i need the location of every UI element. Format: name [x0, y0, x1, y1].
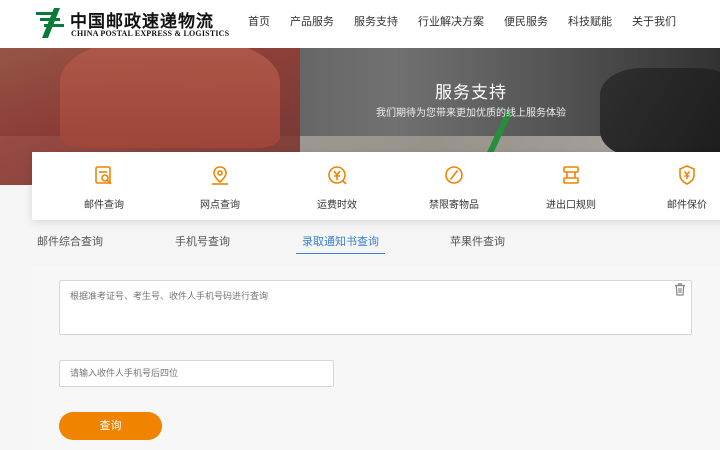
search-document-icon [95, 166, 112, 185]
tab-comprehensive-query[interactable]: 邮件综合查询 [37, 233, 103, 253]
brand-logo[interactable]: 中国邮政速递物流 CHINA POSTAL EXPRESS & LOGISTIC… [34, 6, 229, 42]
service-prohibited-items[interactable]: 禁限寄物品 [414, 164, 494, 211]
nav-item-about[interactable]: 关于我们 [632, 0, 676, 48]
service-label: 邮件查询 [84, 200, 124, 211]
yuan-clock-icon [328, 166, 347, 185]
customs-icon [563, 166, 579, 184]
service-label: 邮件保价 [667, 200, 707, 211]
nav-item-home[interactable]: 首页 [248, 0, 270, 48]
tab-admission-notice-query[interactable]: 录取通知书查询 [296, 233, 385, 254]
nav-item-products[interactable]: 产品服务 [290, 0, 334, 48]
service-label: 进出口规则 [546, 200, 596, 211]
nav-item-solutions[interactable]: 行业解决方案 [418, 0, 484, 48]
prohibited-icon [445, 166, 463, 184]
brand-name-en: CHINA POSTAL EXPRESS & LOGISTICS [71, 29, 230, 38]
banner-title: 服务支持 [435, 83, 507, 103]
service-label: 运费时效 [317, 200, 357, 211]
service-outlet-query[interactable]: 网点查询 [180, 164, 260, 211]
service-label: 禁限寄物品 [429, 200, 479, 211]
query-textarea[interactable] [59, 280, 692, 335]
china-post-logo-icon [36, 8, 64, 38]
tab-apple-parcel-query[interactable]: 苹果件查询 [450, 233, 505, 253]
trash-icon[interactable] [674, 283, 686, 296]
main-nav: 首页 产品服务 服务支持 行业解决方案 便民服务 科技赋能 关于我们 [248, 0, 696, 48]
tab-phone-query[interactable]: 手机号查询 [175, 233, 230, 253]
service-shortcuts: 邮件查询 网点查询 运费时效 禁限寄物品 进出口规则 邮件保价 [32, 152, 720, 220]
service-freight-time[interactable]: 运费时效 [297, 164, 377, 211]
nav-item-technology[interactable]: 科技赋能 [568, 0, 612, 48]
shield-yuan-icon [679, 165, 695, 185]
nav-item-support[interactable]: 服务支持 [354, 0, 398, 48]
phone-last-four-input[interactable] [59, 360, 334, 387]
service-import-export-rules[interactable]: 进出口规则 [531, 164, 611, 211]
top-header: 中国邮政速递物流 CHINA POSTAL EXPRESS & LOGISTIC… [0, 0, 720, 48]
service-insured-mail[interactable]: 邮件保价 [647, 164, 720, 211]
query-button[interactable]: 查询 [59, 412, 162, 440]
banner-subtitle: 我们期待为您带来更加优质的线上服务体验 [376, 108, 566, 119]
query-tabs: 邮件综合查询 手机号查询 录取通知书查询 苹果件查询 [32, 230, 720, 254]
map-pin-icon [212, 166, 228, 185]
service-label: 网点查询 [200, 200, 240, 211]
nav-item-convenience[interactable]: 便民服务 [504, 0, 548, 48]
service-mail-query[interactable]: 邮件查询 [64, 164, 144, 211]
